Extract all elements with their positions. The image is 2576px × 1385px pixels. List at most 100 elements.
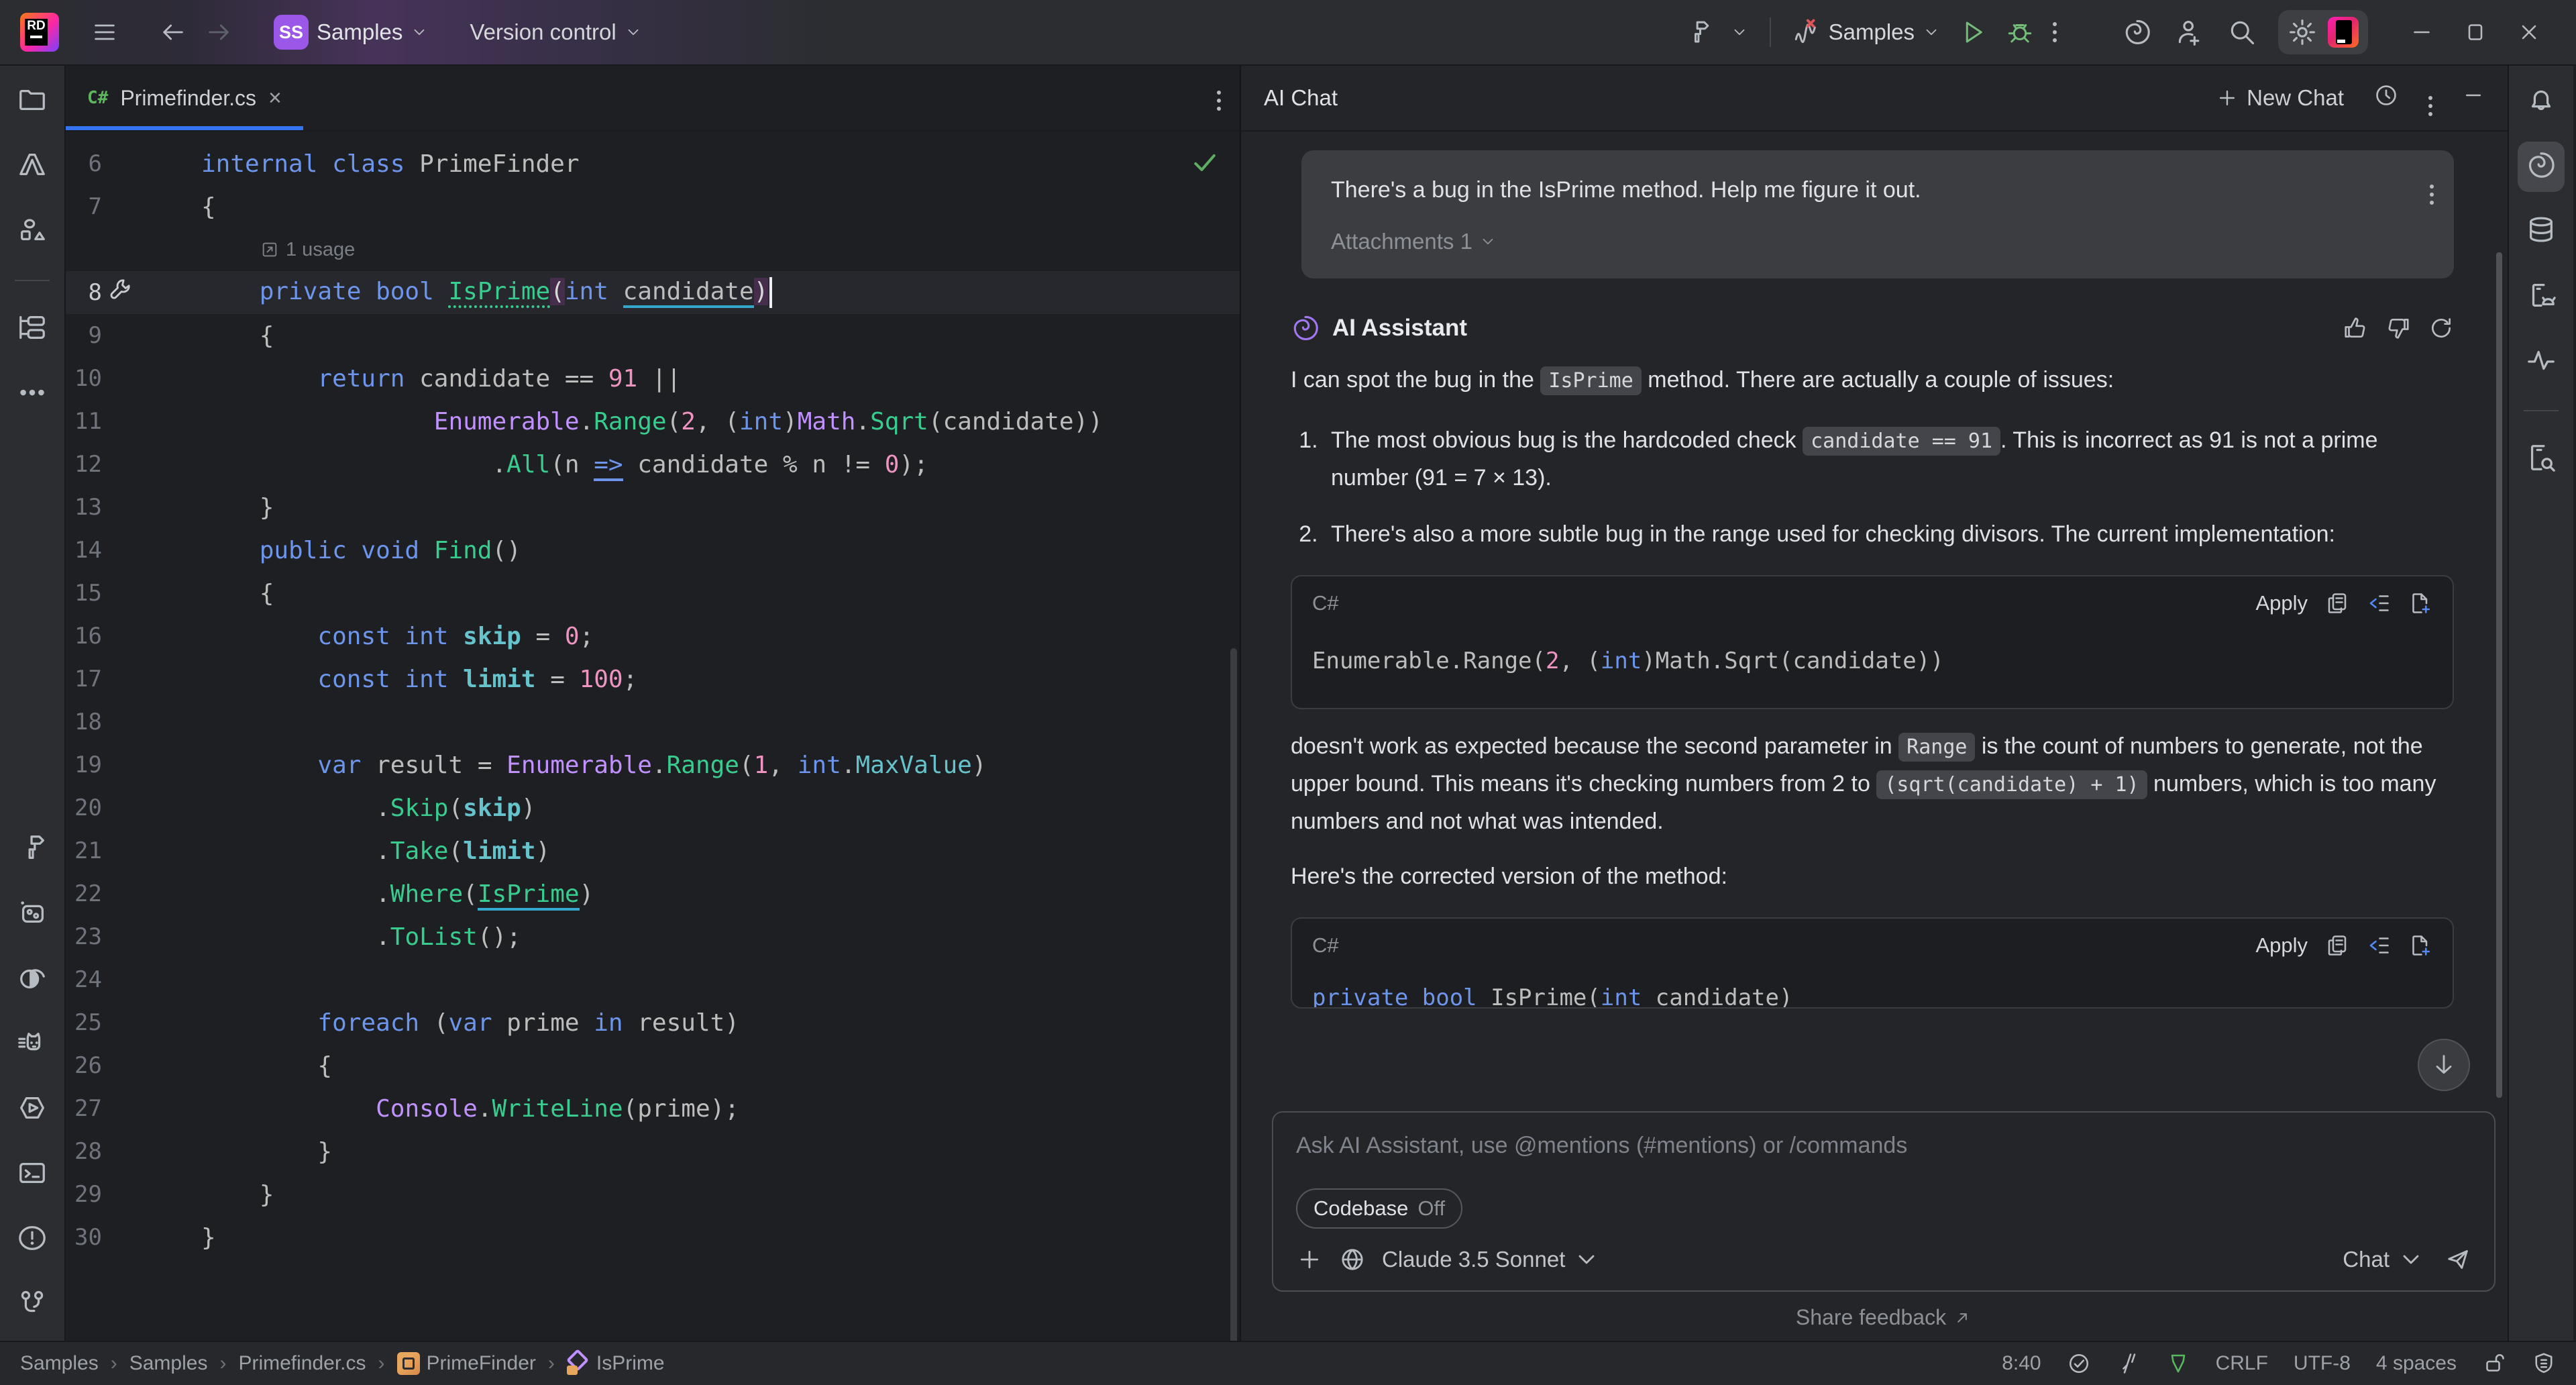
insert-at-caret-icon[interactable] bbox=[2367, 591, 2391, 615]
new-file-icon[interactable] bbox=[2408, 591, 2432, 615]
indent-selector[interactable]: 4 spaces bbox=[2376, 1352, 2457, 1375]
tool-ai-assistant-button[interactable] bbox=[2518, 142, 2565, 192]
tool-problems-button[interactable] bbox=[17, 1223, 48, 1257]
code-block-content[interactable]: private bool IsPrime(int candidate) bbox=[1292, 963, 2453, 1009]
thumbs-down-icon[interactable] bbox=[2385, 315, 2411, 341]
code-line[interactable]: 25 foreach (var prime in result) bbox=[66, 1001, 1240, 1044]
apply-button[interactable]: Apply bbox=[2255, 933, 2308, 958]
code-line[interactable]: 18 bbox=[66, 701, 1240, 743]
copy-icon[interactable] bbox=[2325, 591, 2349, 615]
main-menu-button[interactable] bbox=[82, 11, 127, 54]
code-line[interactable]: 28 } bbox=[66, 1130, 1240, 1173]
tool-build-button[interactable] bbox=[17, 832, 48, 866]
build-options-button[interactable] bbox=[1721, 15, 1758, 49]
gutter[interactable]: 8 bbox=[66, 276, 201, 309]
gutter[interactable]: 29 bbox=[66, 1181, 201, 1208]
gutter[interactable]: 10 bbox=[66, 365, 201, 392]
version-control-menu[interactable]: Version control bbox=[460, 11, 651, 53]
tool-services-button[interactable] bbox=[17, 897, 48, 931]
debug-button[interactable] bbox=[1996, 10, 2043, 54]
window-minimize-button[interactable] bbox=[2395, 20, 2449, 44]
gutter[interactable]: 14 bbox=[66, 537, 201, 564]
inspections-shield-icon[interactable] bbox=[2166, 1351, 2190, 1376]
gutter[interactable]: 11 bbox=[66, 408, 201, 435]
code-line[interactable]: 23 .ToList(); bbox=[66, 915, 1240, 958]
gutter[interactable]: 9 bbox=[66, 322, 201, 349]
tab-primefinder[interactable]: C# Primefinder.cs × bbox=[66, 66, 303, 130]
model-selector[interactable]: Claude 3.5 Sonnet bbox=[1382, 1246, 1600, 1273]
gutter[interactable]: 7 bbox=[66, 193, 201, 220]
apply-button[interactable]: Apply bbox=[2255, 591, 2308, 615]
tool-terminal-button[interactable] bbox=[17, 1158, 48, 1192]
gutter[interactable]: 12 bbox=[66, 451, 201, 478]
build-button[interactable] bbox=[1674, 10, 1721, 54]
share-feedback-link[interactable]: Share feedback bbox=[1272, 1292, 2496, 1341]
tool-commits-button[interactable] bbox=[17, 312, 48, 346]
code-line[interactable]: 24 bbox=[66, 958, 1240, 1001]
ai-assistant-toolbar-button[interactable] bbox=[2113, 9, 2161, 55]
code-line[interactable]: 8 private bool IsPrime(int candidate) bbox=[66, 271, 1240, 314]
regenerate-icon[interactable] bbox=[2428, 315, 2454, 341]
gutter[interactable]: 20 bbox=[66, 794, 201, 821]
tab-close-icon[interactable]: × bbox=[268, 85, 282, 111]
chat-input-box[interactable]: Ask AI Assistant, use @mentions (#mentio… bbox=[1272, 1111, 2496, 1292]
attachments-toggle[interactable]: Attachments 1 bbox=[1331, 229, 2424, 254]
code-line[interactable]: 11 Enumerable.Range(2, (int)Math.Sqrt(ca… bbox=[66, 400, 1240, 443]
tool-device-manager-button[interactable] bbox=[2526, 280, 2557, 314]
gutter[interactable]: 23 bbox=[66, 923, 201, 950]
gutter[interactable]: 19 bbox=[66, 752, 201, 778]
new-file-icon[interactable] bbox=[2408, 933, 2432, 958]
mode-selector[interactable]: Chat bbox=[2343, 1246, 2424, 1273]
chat-scrollbar[interactable] bbox=[2496, 252, 2502, 1098]
code-block-content[interactable]: Enumerable.Range(2, (int)Math.Sqrt(candi… bbox=[1292, 621, 2453, 708]
chat-options-button[interactable] bbox=[2428, 80, 2432, 116]
tool-assemblies-button[interactable] bbox=[17, 150, 48, 184]
new-chat-button[interactable]: New Chat bbox=[2216, 85, 2344, 111]
tool-profiler-button[interactable] bbox=[17, 1027, 48, 1062]
rider-logo[interactable]: RD bbox=[20, 13, 59, 52]
gutter[interactable]: 30 bbox=[66, 1224, 201, 1251]
code-line[interactable]: 7{ bbox=[66, 185, 1240, 228]
window-maximize-button[interactable] bbox=[2449, 20, 2502, 44]
editor-scrollbar[interactable] bbox=[1230, 648, 1237, 1341]
shield-list-icon[interactable] bbox=[2532, 1351, 2556, 1376]
gutter[interactable]: 6 bbox=[66, 150, 201, 177]
thumbs-up-icon[interactable] bbox=[2343, 315, 2368, 341]
code-line[interactable]: 29 } bbox=[66, 1173, 1240, 1216]
highlighting-icon[interactable] bbox=[2116, 1351, 2141, 1376]
gutter[interactable]: 25 bbox=[66, 1009, 201, 1036]
code-line[interactable]: 9 { bbox=[66, 314, 1240, 357]
chat-messages[interactable]: There's a bug in the IsPrime method. Hel… bbox=[1241, 132, 2508, 1107]
tool-notifications-button[interactable] bbox=[2526, 85, 2557, 119]
lock-open-icon[interactable] bbox=[2482, 1351, 2506, 1376]
code-line[interactable]: 15 { bbox=[66, 572, 1240, 615]
editor-content[interactable]: 6internal class PrimeFinder7{1 usage8 pr… bbox=[66, 132, 1240, 1341]
gutter[interactable]: 13 bbox=[66, 494, 201, 521]
wrench-icon[interactable] bbox=[107, 276, 134, 303]
gutter[interactable]: 26 bbox=[66, 1052, 201, 1079]
project-selector[interactable]: SS Samples bbox=[264, 7, 437, 58]
run-button[interactable] bbox=[1949, 10, 1996, 54]
code-line[interactable]: 16 const int skip = 0; bbox=[66, 615, 1240, 658]
code-line[interactable]: 27 Console.WriteLine(prime); bbox=[66, 1087, 1240, 1130]
tool-run-button[interactable] bbox=[17, 1092, 48, 1127]
gutter[interactable]: 18 bbox=[66, 709, 201, 735]
window-close-button[interactable] bbox=[2502, 20, 2556, 44]
gutter[interactable]: 28 bbox=[66, 1138, 201, 1165]
gutter[interactable]: 27 bbox=[66, 1095, 201, 1122]
send-icon[interactable] bbox=[2445, 1246, 2471, 1273]
breadcrumb-item[interactable]: IsPrime bbox=[567, 1352, 665, 1375]
breadcrumb-item[interactable]: Primefinder.cs bbox=[238, 1352, 366, 1375]
code-line[interactable]: 26 { bbox=[66, 1044, 1240, 1087]
scroll-to-bottom-button[interactable] bbox=[2418, 1039, 2470, 1091]
tool-git-button[interactable] bbox=[17, 1288, 48, 1322]
code-line[interactable]: 10 return candidate == 91 || bbox=[66, 357, 1240, 400]
tool-database-button[interactable] bbox=[2526, 215, 2557, 249]
breadcrumb-item[interactable]: Samples bbox=[20, 1352, 99, 1375]
gutter[interactable]: 21 bbox=[66, 837, 201, 864]
check-circle-icon[interactable] bbox=[2067, 1351, 2091, 1376]
gutter[interactable]: 22 bbox=[66, 880, 201, 907]
code-with-me-button[interactable] bbox=[2165, 9, 2214, 55]
tool-find-usages-button[interactable] bbox=[2526, 442, 2557, 476]
code-line[interactable]: 19 var result = Enumerable.Range(1, int.… bbox=[66, 743, 1240, 786]
